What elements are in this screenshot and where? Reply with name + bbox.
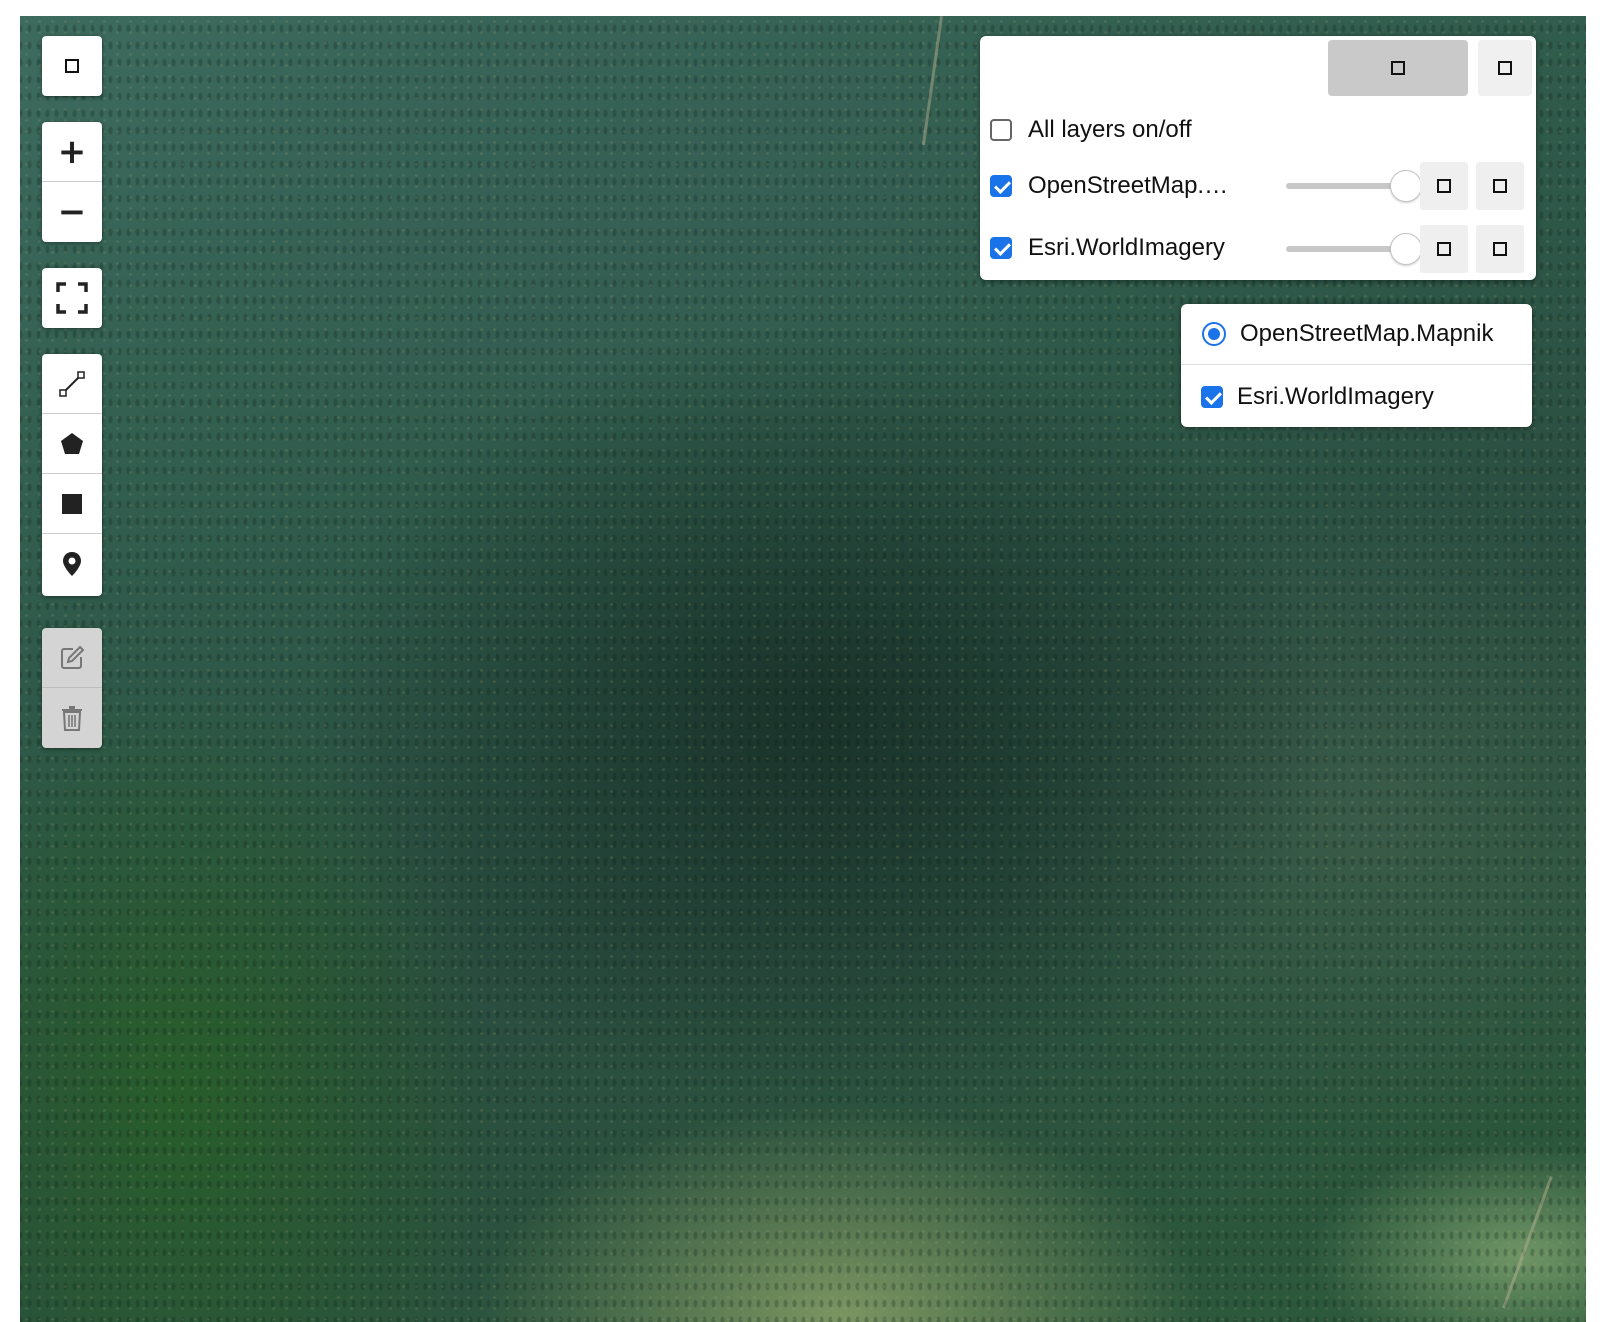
draw-polygon-button[interactable] (42, 414, 102, 474)
layer-opacity-slider[interactable] (1286, 233, 1422, 265)
square-icon (1437, 179, 1451, 193)
slider-thumb[interactable] (1390, 233, 1422, 265)
draw-toolbar (42, 354, 102, 596)
all-layers-checkbox[interactable] (990, 119, 1012, 141)
layer-visibility-checkbox[interactable] (990, 175, 1012, 197)
draw-rectangle-button[interactable] (42, 474, 102, 534)
square-icon (65, 59, 79, 73)
slider-thumb[interactable] (1390, 170, 1422, 202)
basemap-label: OpenStreetMap.Mapnik (1240, 320, 1494, 347)
layer-manager-toggle-button[interactable] (1328, 40, 1468, 96)
square-icon (1391, 61, 1405, 75)
delete-layers-button[interactable] (42, 688, 102, 748)
layer-visibility-checkbox[interactable] (990, 237, 1012, 259)
layer-row: OpenStreetMap.… (990, 166, 1228, 206)
plus-icon: + (57, 131, 87, 172)
overlay-option[interactable]: Esri.WorldImagery (1181, 366, 1532, 427)
draw-marker-button[interactable] (42, 534, 102, 594)
polyline-icon (59, 370, 85, 397)
square-icon (1498, 61, 1512, 75)
overlay-label: Esri.WorldImagery (1237, 382, 1434, 410)
marker-icon (63, 552, 81, 576)
all-layers-row: All layers on/off (990, 110, 1192, 150)
square-icon (1437, 242, 1451, 256)
toggle-control (42, 36, 102, 96)
zoom-control: + − (42, 122, 102, 242)
all-layers-label: All layers on/off (1028, 116, 1192, 143)
layer-remove-button[interactable] (1476, 225, 1524, 273)
basemap-radio[interactable] (1202, 322, 1226, 346)
layer-manager-close-button[interactable] (1478, 40, 1532, 96)
zoom-out-button[interactable]: − (42, 182, 102, 242)
edit-icon (61, 645, 85, 669)
edit-toolbar (42, 628, 102, 748)
draw-polyline-button[interactable] (42, 354, 102, 414)
fullscreen-button[interactable] (42, 268, 102, 328)
overlay-checkbox[interactable] (1201, 385, 1223, 408)
edit-layers-button[interactable] (42, 628, 102, 688)
layer-settings-button[interactable] (1420, 225, 1468, 273)
layer-label: Esri.WorldImagery (1028, 234, 1225, 261)
polygon-icon (61, 432, 83, 454)
layer-label: OpenStreetMap.… (1028, 172, 1229, 199)
layer-row: Esri.WorldImagery (990, 228, 1225, 268)
trash-icon (62, 706, 82, 731)
basemap-option[interactable]: OpenStreetMap.Mapnik (1181, 304, 1532, 365)
layer-remove-button[interactable] (1476, 162, 1524, 210)
fullscreen-control (42, 268, 102, 328)
toggle-toolbar-button[interactable] (42, 36, 102, 96)
square-icon (1493, 179, 1507, 193)
layer-manager-panel: All layers on/off OpenStreetMap.… Esri.W… (980, 36, 1536, 280)
layer-switcher-panel: OpenStreetMap.Mapnik Esri.WorldImagery (1181, 304, 1532, 427)
zoom-in-button[interactable]: + (42, 122, 102, 182)
layer-settings-button[interactable] (1420, 162, 1468, 210)
square-icon (1493, 242, 1507, 256)
minus-icon: − (57, 192, 87, 232)
rectangle-icon (62, 493, 82, 514)
layer-opacity-slider[interactable] (1286, 170, 1422, 202)
fullscreen-icon (56, 282, 88, 314)
